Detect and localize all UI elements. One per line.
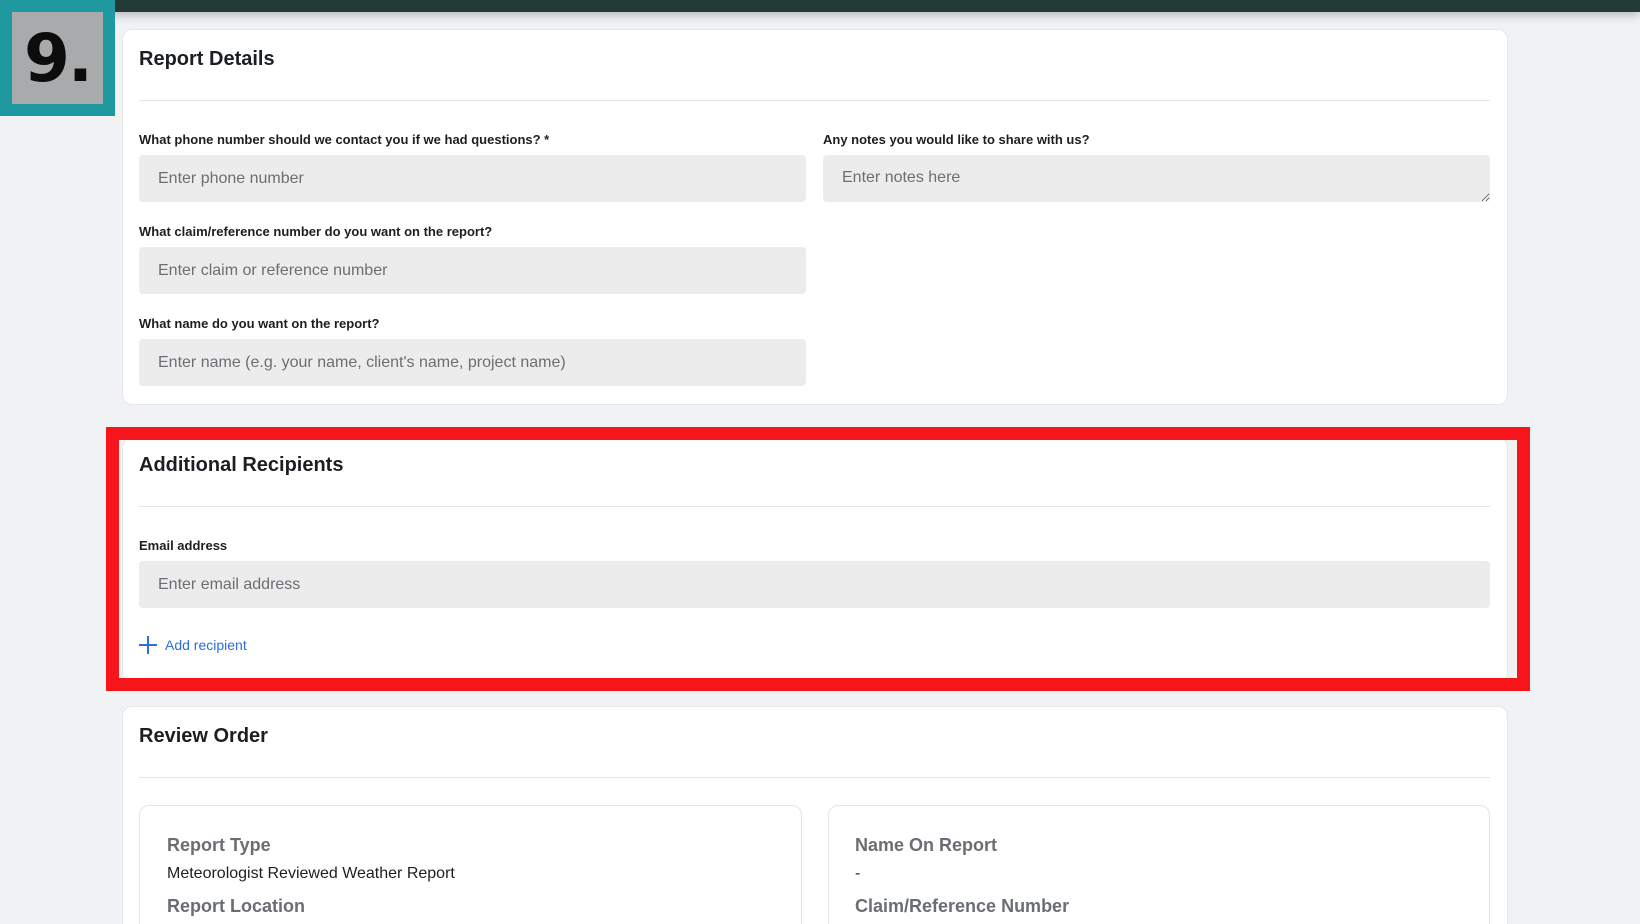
add-recipient-label: Add recipient bbox=[165, 637, 247, 653]
report-name-field-label: What name do you want on the report? bbox=[139, 316, 380, 331]
review-order-title: Review Order bbox=[139, 725, 268, 747]
additional-recipients-divider bbox=[139, 506, 1490, 507]
report-type-label: Report Type bbox=[167, 835, 271, 855]
report-name-input[interactable] bbox=[139, 339, 806, 386]
claim-input[interactable] bbox=[139, 247, 806, 294]
email-input[interactable] bbox=[139, 561, 1490, 608]
step-number-badge: 9. bbox=[0, 0, 115, 116]
name-on-report-value: - bbox=[855, 865, 861, 882]
additional-recipients-title: Additional Recipients bbox=[139, 454, 344, 476]
report-details-divider bbox=[139, 100, 1490, 101]
report-details-title: Report Details bbox=[139, 48, 275, 70]
add-recipient-button[interactable]: Add recipient bbox=[139, 636, 247, 654]
claim-reference-label: Claim/Reference Number bbox=[855, 896, 1070, 916]
top-app-bar bbox=[0, 0, 1640, 12]
review-order-divider bbox=[139, 777, 1490, 778]
notes-field-label: Any notes you would like to share with u… bbox=[823, 132, 1090, 147]
name-on-report-label: Name On Report bbox=[855, 835, 998, 855]
phone-field-label: What phone number should we contact you … bbox=[139, 132, 550, 147]
step-number-label: 9. bbox=[12, 12, 103, 104]
phone-input[interactable] bbox=[139, 155, 806, 202]
plus-icon bbox=[139, 636, 157, 654]
report-location-label: Report Location bbox=[167, 896, 305, 916]
claim-field-label: What claim/reference number do you want … bbox=[139, 224, 493, 239]
report-type-value: Meteorologist Reviewed Weather Report bbox=[167, 865, 455, 882]
email-field-label: Email address bbox=[139, 538, 228, 553]
notes-textarea[interactable] bbox=[823, 155, 1490, 202]
